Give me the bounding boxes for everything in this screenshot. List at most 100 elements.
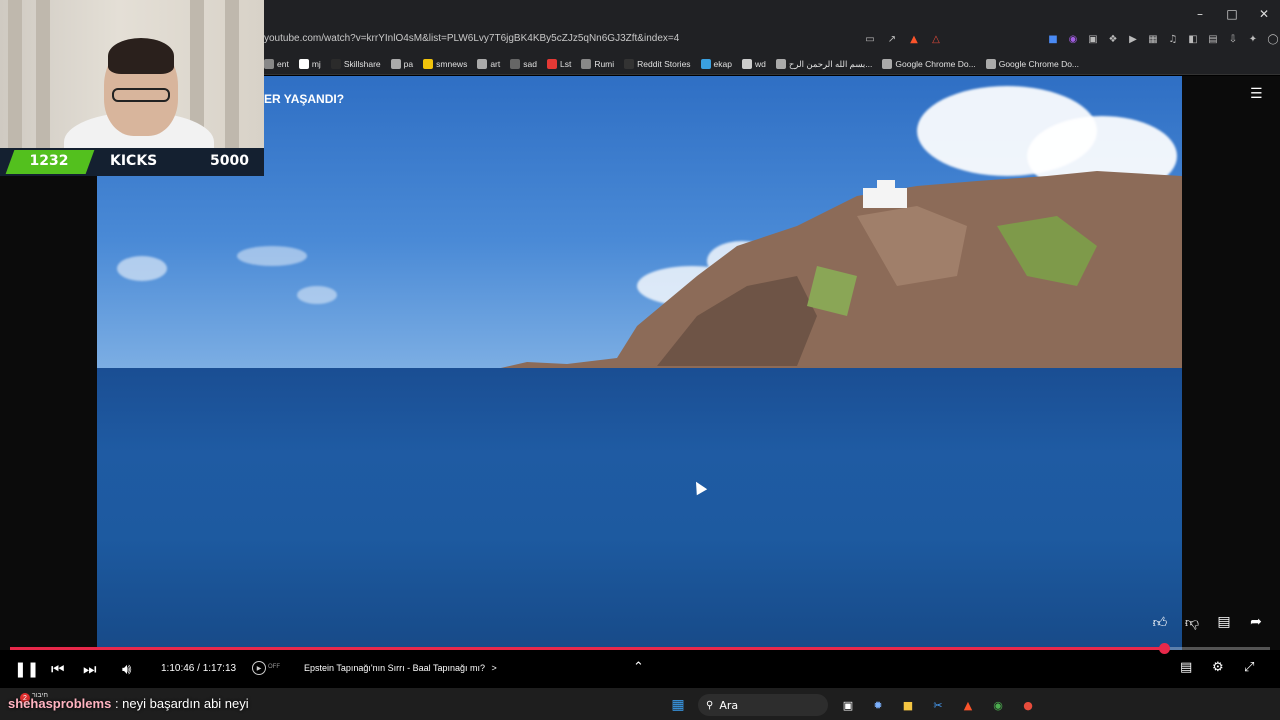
bookmark-item[interactable]: sad: [510, 56, 537, 72]
copilot-icon[interactable]: ✹: [868, 695, 888, 715]
next-icon[interactable]: ⏭︎: [83, 660, 97, 678]
bookmark-item[interactable]: pa: [390, 56, 414, 72]
volume-icon[interactable]: 🔊︎: [122, 660, 131, 678]
bookmark-item[interactable]: Lst: [546, 56, 572, 72]
bookmark-label: Skillshare: [343, 59, 381, 69]
chapter-title[interactable]: Epstein Tapınağı'nın Sırrı - Baal Tapına…: [304, 663, 497, 673]
previous-icon[interactable]: ⏮︎: [51, 660, 65, 678]
streamer-webcam: [0, 0, 264, 148]
chat-message: shehasproblems : neyi başardın abi neyi: [8, 696, 249, 711]
close-icon[interactable]: ✕: [1248, 0, 1280, 27]
cam-curtain: [8, 0, 22, 148]
video-sea: [97, 368, 1182, 650]
progress-played: [10, 647, 1165, 650]
bookmark-label: Google Chrome Do...: [895, 59, 976, 69]
bookmark-item[interactable]: Google Chrome Do...: [882, 56, 976, 72]
subtitles-icon[interactable]: ▤: [1180, 660, 1192, 675]
extension-icon[interactable]: ▦: [1145, 31, 1161, 47]
chat-username: shehasproblems: [8, 696, 112, 711]
slash-icon: [510, 59, 521, 69]
sidebar-icon[interactable]: ◧: [1185, 31, 1201, 47]
doc-icon: [775, 59, 786, 69]
chevron-up-icon[interactable]: ⌃: [633, 660, 644, 675]
file-explorer-icon[interactable]: ■: [898, 695, 918, 715]
app-icon[interactable]: ●: [1018, 695, 1038, 715]
bookmark-item[interactable]: Google Chrome Do...: [985, 56, 1079, 72]
pause-icon[interactable]: ❚❚: [14, 660, 39, 678]
folder-icon: [477, 59, 488, 69]
brave-shield-icon[interactable]: ▲: [906, 31, 922, 47]
autoplay-toggle[interactable]: ▶ OFF: [252, 661, 282, 677]
bookmark-item[interactable]: smnews: [423, 56, 467, 72]
bookmark-item[interactable]: Reddit Stories: [624, 56, 691, 72]
search-icon: ⚲: [706, 699, 714, 711]
cast-icon[interactable]: ▭: [862, 31, 878, 47]
share-icon[interactable]: ↗: [884, 31, 900, 47]
s-icon: [546, 59, 557, 69]
chrome-icon[interactable]: ◉: [988, 695, 1008, 715]
time-display: 1:10:46 / 1:17:13: [161, 663, 237, 674]
bookmark-item[interactable]: mj: [298, 56, 321, 72]
dislike-icon[interactable]: 👎︎: [1182, 612, 1202, 632]
folder-icon: [882, 59, 893, 69]
w-icon: [741, 59, 752, 69]
bookmark-label: pa: [403, 59, 414, 69]
streamer-glasses: [112, 88, 170, 102]
globe-icon: [581, 59, 592, 69]
windows-start-icon[interactable]: ▦: [668, 695, 688, 715]
autoplay-state: OFF: [268, 664, 280, 670]
bookmark-item[interactable]: بسم الله الرحمن الرح...: [775, 56, 872, 72]
ai-icon[interactable]: ✦: [1245, 31, 1261, 47]
extension-icon[interactable]: ▶: [1125, 31, 1141, 47]
bookmark-item[interactable]: art: [477, 56, 500, 72]
maximize-icon[interactable]: □: [1216, 0, 1248, 27]
video-letterbox-right: [1182, 76, 1280, 650]
address-bar-icons: ▭ ↗ ▲ △: [862, 31, 944, 47]
bookmark-label: wd: [754, 59, 766, 69]
exit-fullscreen-icon[interactable]: ⤢: [1244, 660, 1254, 675]
taskbar-search[interactable]: ⚲ Ara: [698, 694, 828, 716]
like-icon[interactable]: 👍︎: [1150, 612, 1170, 632]
share-icon[interactable]: ➦: [1246, 612, 1266, 632]
chapter-arrow-icon: >: [491, 663, 497, 673]
kicks-label: KICKS: [110, 153, 158, 169]
bookmark-item[interactable]: ekap: [700, 56, 732, 72]
bookmark-label: smnews: [436, 59, 468, 69]
settings-gear-icon[interactable]: ⚙: [1212, 660, 1224, 675]
task-view-icon[interactable]: ▣: [838, 695, 858, 715]
bookmark-item[interactable]: Rumi: [581, 56, 614, 72]
snipping-tool-icon[interactable]: ✂: [928, 695, 948, 715]
extension-icon[interactable]: ◉: [1065, 31, 1081, 47]
extension-icon[interactable]: ■: [1045, 31, 1061, 47]
wallet-icon[interactable]: ▤: [1205, 31, 1221, 47]
bookmark-item[interactable]: Skillshare: [330, 56, 381, 72]
taskbar-icons: ▦ ⚲ Ara ▣ ✹ ■ ✂ ▲ ◉ ●: [668, 694, 1038, 716]
puzzle-icon[interactable]: ❖: [1105, 31, 1121, 47]
bookmark-item[interactable]: ent: [264, 56, 289, 72]
kicks-goal: 5000: [210, 153, 249, 169]
progress-bar[interactable]: [10, 643, 1270, 654]
kicks-goal-bar: 1232 KICKS 5000: [0, 148, 264, 176]
bookmark-label: sad: [523, 59, 537, 69]
d-icon: [624, 59, 635, 69]
bird-icon: [700, 59, 711, 69]
playlist-menu-icon[interactable]: ☰: [1250, 86, 1263, 102]
bookmark-item[interactable]: wd: [741, 56, 766, 72]
extension-icon[interactable]: ▣: [1085, 31, 1101, 47]
minimize-icon[interactable]: –: [1184, 0, 1216, 27]
github-icon: [298, 59, 309, 69]
brave-rewards-icon[interactable]: △: [928, 31, 944, 47]
comments-icon[interactable]: ▤: [1214, 612, 1234, 632]
window-controls: – □ ✕: [1184, 0, 1280, 27]
folder-icon: [985, 59, 996, 69]
music-icon[interactable]: ♫: [1165, 31, 1181, 47]
page-icon: [264, 59, 274, 69]
screen: – □ ✕ youtube.com/watch?v=krrYInlO4sM&li…: [0, 0, 1280, 720]
address-bar[interactable]: youtube.com/watch?v=krrYInlO4sM&list=PLW…: [264, 33, 679, 44]
extension-icons: ■ ◉ ▣ ❖ ▶ ▦ ♫ ◧ ▤ ⇩ ✦ ◯ ≡: [1045, 31, 1280, 47]
download-icon[interactable]: ⇩: [1225, 31, 1241, 47]
cam-curtain: [225, 0, 239, 148]
brave-icon[interactable]: ▲: [958, 695, 978, 715]
bookmark-label: Lst: [559, 59, 572, 69]
vpn-icon[interactable]: ◯: [1265, 31, 1280, 47]
